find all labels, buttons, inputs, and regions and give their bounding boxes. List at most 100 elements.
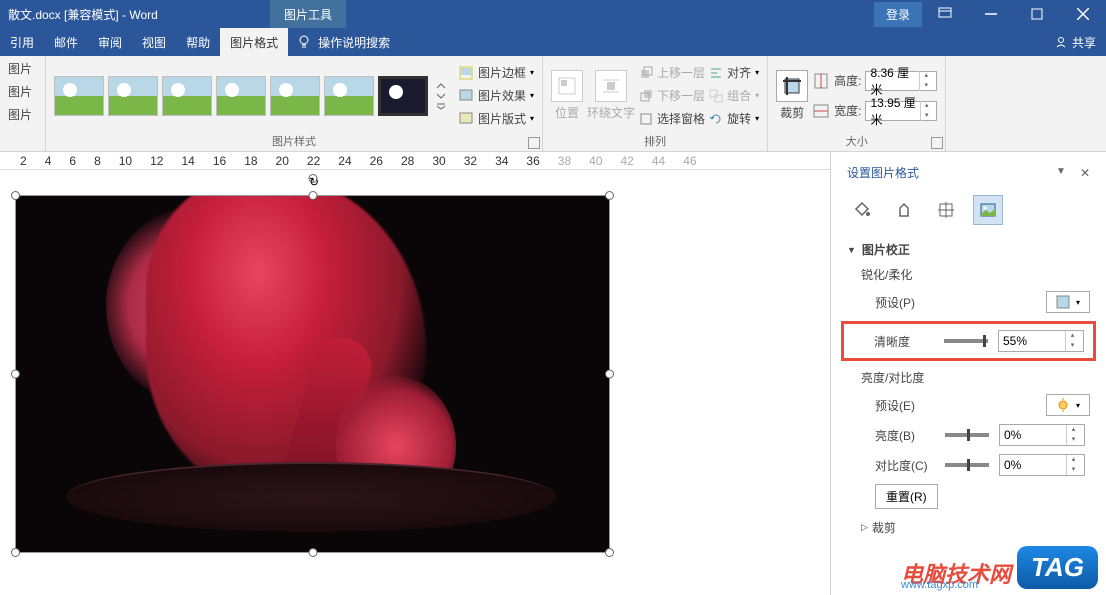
sharpness-input[interactable]: 55%▴▾ — [998, 330, 1084, 352]
style-thumb[interactable] — [108, 76, 158, 116]
resize-handle[interactable] — [308, 548, 317, 557]
brightness-input[interactable]: 0%▴▾ — [999, 424, 1085, 446]
border-icon — [458, 65, 474, 81]
tab-references[interactable]: 引用 — [0, 28, 44, 56]
group-label-styles: 图片样式 — [54, 131, 534, 149]
brightness-slider[interactable] — [945, 433, 989, 437]
section-picture-correction[interactable]: ▼ 图片校正 — [847, 241, 1090, 258]
resize-handle[interactable] — [11, 548, 20, 557]
subheader-brightness-contrast: 亮度/对比度 — [847, 369, 1090, 386]
picture-effects-button[interactable]: 图片效果▾ — [458, 87, 534, 104]
fill-tab-icon[interactable] — [847, 195, 877, 225]
wrap-text-icon[interactable] — [595, 70, 627, 102]
rotate-button[interactable]: 旋转▾ — [709, 110, 759, 127]
width-label: 宽度: — [834, 102, 861, 119]
layout-tab-icon[interactable] — [931, 195, 961, 225]
image-content — [16, 196, 609, 552]
share-icon — [1054, 35, 1068, 49]
group-label-size: 大小 — [776, 131, 937, 149]
ribbon-item[interactable]: 图片 — [8, 83, 37, 100]
scroll-up-icon[interactable] — [436, 82, 446, 90]
style-thumb[interactable] — [216, 76, 266, 116]
style-thumb[interactable] — [54, 76, 104, 116]
height-icon — [812, 72, 830, 90]
resize-handle[interactable] — [11, 370, 20, 379]
panel-title: 设置图片格式 — [847, 164, 919, 181]
height-input[interactable]: 8.36 厘米▴▾ — [865, 71, 937, 91]
tell-me-label: 操作说明搜索 — [318, 34, 390, 51]
preset-p-button[interactable]: ▾ — [1046, 291, 1090, 313]
section-crop[interactable]: ▷ 裁剪 — [847, 519, 1090, 536]
preset-p-label: 预设(P) — [875, 294, 935, 311]
tell-me-search[interactable]: 操作说明搜索 — [288, 34, 398, 51]
highlighted-sharpness-row: 清晰度 55%▴▾ — [841, 321, 1096, 361]
ribbon-item[interactable]: 图片 — [8, 60, 37, 77]
tag-badge: TAG — [1017, 546, 1098, 589]
picture-tab-icon[interactable] — [973, 195, 1003, 225]
rotate-icon — [709, 112, 723, 126]
picture-border-button[interactable]: 图片边框▾ — [458, 64, 534, 81]
ribbon-options-icon[interactable] — [922, 0, 968, 28]
reset-button[interactable]: 重置(R) — [875, 484, 938, 509]
rotate-handle[interactable]: ↻ — [308, 174, 317, 183]
menu-bar: 引用 邮件 审阅 视图 帮助 图片格式 操作说明搜索 共享 — [0, 28, 1106, 56]
watermark: 电脑技术网 www.tagxp.com TAG — [901, 546, 1098, 589]
effects-tab-icon[interactable] — [889, 195, 919, 225]
lightbulb-icon — [296, 34, 312, 50]
panel-dropdown-icon[interactable]: ▼ — [1056, 166, 1066, 180]
maximize-icon[interactable] — [1014, 0, 1060, 28]
subheader-sharpen: 锐化/柔化 — [847, 266, 1090, 283]
tab-view[interactable]: 视图 — [132, 28, 176, 56]
preset-e-button[interactable]: ▾ — [1046, 394, 1090, 416]
sharpness-slider[interactable] — [944, 339, 988, 343]
tab-mailings[interactable]: 邮件 — [44, 28, 88, 56]
style-thumb-selected[interactable] — [378, 76, 428, 116]
close-icon[interactable] — [1060, 0, 1106, 28]
resize-handle[interactable] — [605, 548, 614, 557]
preset-e-label: 预设(E) — [875, 397, 935, 414]
more-icon[interactable] — [436, 102, 446, 110]
selection-pane-button[interactable]: 选择窗格 — [639, 110, 705, 127]
effects-icon — [458, 88, 474, 104]
style-thumb[interactable] — [324, 76, 374, 116]
resize-handle[interactable] — [11, 191, 20, 200]
send-backward-button[interactable]: 下移一层 — [639, 87, 705, 104]
height-label: 高度: — [834, 72, 861, 89]
crop-button[interactable] — [776, 70, 808, 102]
share-button[interactable]: 共享 — [1054, 34, 1096, 51]
position-icon[interactable] — [551, 70, 583, 102]
picture-layout-button[interactable]: 图片版式▾ — [458, 110, 534, 127]
panel-close-icon[interactable]: ✕ — [1080, 166, 1090, 180]
align-button[interactable]: 对齐▾ — [709, 64, 759, 81]
login-button[interactable]: 登录 — [874, 2, 922, 27]
resize-handle[interactable] — [605, 370, 614, 379]
bring-forward-icon — [639, 66, 653, 80]
dialog-launcher-icon[interactable] — [931, 137, 943, 149]
resize-handle[interactable] — [308, 191, 317, 200]
selected-image[interactable]: ↻ — [15, 195, 610, 553]
dialog-launcher-icon[interactable] — [528, 137, 540, 149]
bring-forward-button[interactable]: 上移一层 — [639, 64, 705, 81]
width-input[interactable]: 13.95 厘米▴▾ — [865, 101, 937, 121]
style-thumb[interactable] — [162, 76, 212, 116]
resize-handle[interactable] — [605, 191, 614, 200]
style-thumb[interactable] — [270, 76, 320, 116]
group-button[interactable]: 组合▾ — [709, 87, 759, 104]
ribbon-item[interactable]: 图片 — [8, 106, 37, 123]
contrast-input[interactable]: 0%▴▾ — [999, 454, 1085, 476]
align-icon — [709, 66, 723, 80]
layout-icon — [458, 111, 474, 127]
group-icon — [709, 89, 723, 103]
brightness-label: 亮度(B) — [875, 427, 935, 444]
minimize-icon[interactable] — [968, 0, 1014, 28]
document-canvas: ↻ — [0, 170, 830, 595]
tab-help[interactable]: 帮助 — [176, 28, 220, 56]
group-label-arrange: 排列 — [551, 131, 759, 149]
contrast-slider[interactable] — [945, 463, 989, 467]
tab-picture-format[interactable]: 图片格式 — [220, 28, 288, 56]
scroll-down-icon[interactable] — [436, 92, 446, 100]
collapse-icon: ▼ — [847, 245, 856, 255]
contextual-tab-label: 图片工具 — [270, 0, 346, 28]
tab-review[interactable]: 审阅 — [88, 28, 132, 56]
ribbon: 图片 图片 图片 图片边框▾ 图片效果▾ 图片版式▾ 图片样式 — [0, 56, 1106, 152]
